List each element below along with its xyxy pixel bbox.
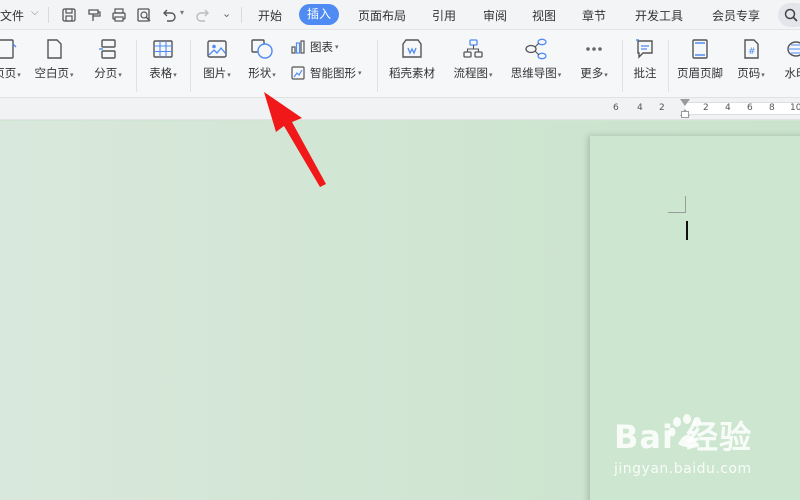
file-menu-chevron-icon[interactable]: ⌵ <box>31 7 39 18</box>
stock-material-button[interactable]: 稻壳素材 <box>386 38 438 81</box>
flowchart-label: 流程图 <box>453 66 488 80</box>
blank-page-icon <box>47 39 62 59</box>
ruler-tick: 2 <box>703 103 709 113</box>
print-preview-icon[interactable] <box>135 6 153 24</box>
tab-page-layout[interactable]: 页面布局 <box>358 7 406 24</box>
page-number-label: 页码 <box>737 66 761 80</box>
tab-home[interactable]: 开始 <box>258 7 282 24</box>
page-break-label: 分页 <box>94 66 118 80</box>
more-button[interactable]: 更多▾ <box>576 38 612 81</box>
stock-material-label: 稻壳素材 <box>389 66 435 80</box>
chart-button[interactable]: 图表 ▾ <box>290 38 339 56</box>
file-menu[interactable]: 文件 <box>0 7 24 24</box>
svg-text:#: # <box>748 47 756 57</box>
page-break-icon <box>99 39 116 59</box>
table-icon <box>153 40 173 58</box>
comment-label: 批注 <box>633 66 657 80</box>
cover-page-button[interactable]: 页页▾ <box>0 38 22 81</box>
mind-map-button[interactable]: 思维导图▾ <box>506 38 566 81</box>
text-cursor <box>686 221 688 240</box>
tab-member[interactable]: 会员专享 <box>712 7 760 24</box>
first-line-indent-marker[interactable] <box>680 99 690 106</box>
table-button[interactable]: 表格▾ <box>146 38 180 81</box>
format-painter-icon[interactable] <box>85 6 103 24</box>
search-button[interactable] <box>778 3 800 27</box>
menubar-divider <box>48 7 49 23</box>
watermark-label: 水印 <box>784 66 800 80</box>
customize-toolbar-icon[interactable]: ⌄ <box>222 7 231 20</box>
ruler-tick: 4 <box>637 103 643 113</box>
redo-icon[interactable] <box>194 6 212 24</box>
picture-button[interactable]: 图片▾ <box>200 38 234 81</box>
shape-icon <box>251 39 273 59</box>
flowchart-icon <box>463 39 483 58</box>
insert-ribbon: 页页▾ 空白页▾ 分页▾ 表格▾ 图片▾ 形状▾ 图表▾ 智能图形▾ 稻壳素材 … <box>0 30 800 98</box>
ruler-tick: 6 <box>747 103 753 113</box>
chart-icon <box>291 40 305 54</box>
baidu-paw-icon <box>668 414 701 447</box>
chart-label: 图表 <box>310 40 333 54</box>
menu-bar: 文件 ⌵ ▾ ⌄ 开始 插入 页面布局 引用 审阅 视图 章节 开发工具 会员专… <box>0 0 800 30</box>
table-label: 表格 <box>149 66 173 80</box>
ruler-tick: 2 <box>659 103 665 113</box>
more-icon <box>586 47 602 51</box>
cover-page-icon <box>0 39 17 59</box>
baidu-jingyan-watermark: Bai 经验 jingyan.baidu.com <box>614 412 752 477</box>
ribbon-divider <box>622 40 623 92</box>
stock-material-icon <box>402 39 422 58</box>
smart-art-icon <box>291 66 305 80</box>
annotation-arrow-icon <box>264 92 326 187</box>
cover-page-label: 页页 <box>0 66 17 80</box>
watermark-button[interactable]: 水印 <box>780 38 800 81</box>
ribbon-divider <box>190 40 191 92</box>
header-footer-label: 页眉页脚 <box>677 66 723 80</box>
watermark-url: jingyan.baidu.com <box>614 461 752 477</box>
header-footer-icon <box>692 39 708 59</box>
left-indent-marker[interactable] <box>681 111 689 118</box>
margin-corner-mark <box>685 196 686 213</box>
page-break-button[interactable]: 分页▾ <box>90 38 126 81</box>
margin-corner-mark <box>668 212 686 213</box>
picture-label: 图片 <box>203 66 227 80</box>
print-icon[interactable] <box>110 6 128 24</box>
smart-art-label: 智能图形 <box>310 66 356 80</box>
comment-icon <box>636 39 653 59</box>
smart-art-button[interactable]: 智能图形 ▾ <box>290 64 362 82</box>
save-icon[interactable] <box>60 6 78 24</box>
ruler-tick: 8 <box>769 103 775 113</box>
ruler-tick: 4 <box>725 103 731 113</box>
ribbon-divider <box>136 40 137 92</box>
ribbon-divider <box>668 40 669 92</box>
search-icon <box>784 8 798 22</box>
undo-dropdown-icon[interactable]: ▾ <box>180 8 184 17</box>
ribbon-divider <box>377 40 378 92</box>
mind-map-icon <box>525 38 547 60</box>
blank-page-button[interactable]: 空白页▾ <box>34 38 74 81</box>
blank-page-label: 空白页 <box>34 66 69 80</box>
ruler-tick: 10 <box>790 103 800 113</box>
page-number-icon: # <box>744 39 759 59</box>
header-footer-button[interactable]: 页眉页脚 <box>675 38 725 81</box>
flowchart-button[interactable]: 流程图▾ <box>450 38 496 81</box>
tab-insert[interactable]: 插入 <box>299 4 340 25</box>
tab-developer[interactable]: 开发工具 <box>635 7 683 24</box>
shape-button[interactable]: 形状▾ <box>245 38 279 81</box>
watermark-icon <box>787 41 800 57</box>
undo-icon[interactable] <box>160 6 178 24</box>
tab-references[interactable]: 引用 <box>432 7 456 24</box>
ruler-tick: 6 <box>613 103 619 113</box>
tab-sections[interactable]: 章节 <box>582 7 606 24</box>
tab-view[interactable]: 视图 <box>532 7 556 24</box>
picture-icon <box>207 40 227 58</box>
tab-review[interactable]: 审阅 <box>483 7 507 24</box>
shape-label: 形状 <box>248 66 272 80</box>
more-label: 更多 <box>580 66 604 80</box>
mind-map-label: 思维导图 <box>510 66 557 80</box>
page-number-button[interactable]: # 页码▾ <box>733 38 769 81</box>
menubar-divider <box>241 7 242 23</box>
comment-button[interactable]: 批注 <box>630 38 660 81</box>
